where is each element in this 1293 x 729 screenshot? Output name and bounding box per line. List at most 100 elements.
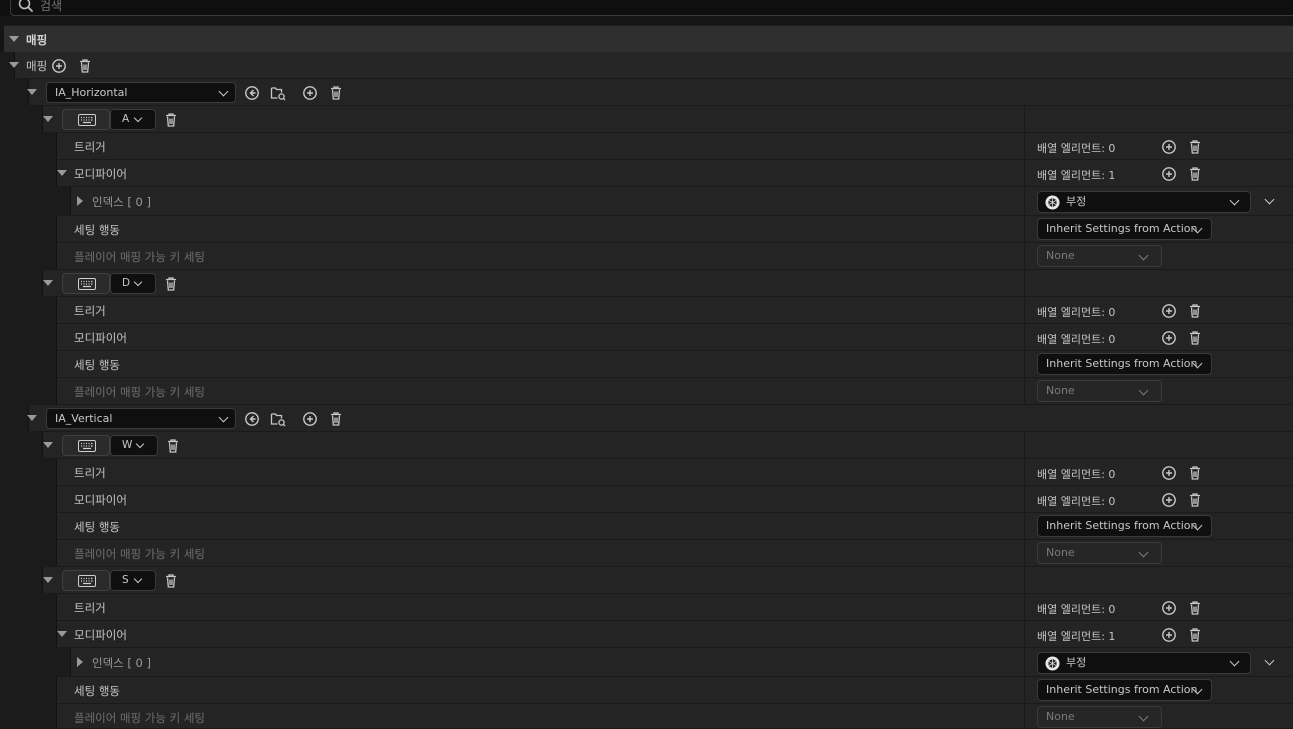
use-selected-icon[interactable] <box>244 411 260 427</box>
collapse-arrow-icon[interactable] <box>43 442 53 448</box>
triggers-row: 트리거 배열 엘리먼트: 0 <box>0 133 1293 160</box>
browse-icon[interactable] <box>270 411 286 427</box>
chevron-down-icon <box>218 86 229 97</box>
index-label: 인덱스 [ 0 ] <box>92 195 151 209</box>
add-icon[interactable] <box>1161 330 1177 346</box>
trash-icon[interactable] <box>163 573 179 589</box>
collapse-arrow-icon[interactable] <box>43 280 53 286</box>
trash-icon[interactable] <box>1187 303 1203 319</box>
array-count: 배열 엘리먼트: 0 <box>1037 306 1116 319</box>
keyboard-icon <box>78 575 96 587</box>
setting-behavior-select[interactable]: Inherit Settings from Action <box>1037 353 1212 375</box>
expand-arrow-icon[interactable] <box>77 196 83 206</box>
chevron-down-icon <box>133 113 143 123</box>
keyboard-button[interactable] <box>62 570 110 591</box>
add-icon[interactable] <box>51 58 67 74</box>
action-row: IA_Horizontal <box>0 79 1293 106</box>
trash-icon[interactable] <box>1187 330 1203 346</box>
collapse-arrow-icon[interactable] <box>43 577 53 583</box>
setting-behavior-select[interactable]: Inherit Settings from Action <box>1037 679 1212 701</box>
modifier-class-icon <box>1045 195 1060 210</box>
collapse-arrow-icon[interactable] <box>27 415 37 421</box>
player-mappable-label: 플레이어 매핑 가능 키 세팅 <box>74 250 206 264</box>
key-select[interactable]: W <box>110 435 158 456</box>
chevron-down-icon[interactable] <box>1264 194 1275 205</box>
collapse-arrow-icon[interactable] <box>9 36 19 42</box>
modifiers-label: 모디파이어 <box>74 493 127 507</box>
add-icon[interactable] <box>1161 303 1177 319</box>
add-icon[interactable] <box>1161 627 1177 643</box>
add-icon[interactable] <box>302 85 318 101</box>
collapse-arrow-icon[interactable] <box>43 116 53 122</box>
collapse-arrow-icon[interactable] <box>27 89 37 95</box>
trash-icon[interactable] <box>328 85 344 101</box>
setting-behavior-select[interactable]: Inherit Settings from Action <box>1037 218 1212 240</box>
trash-icon[interactable] <box>328 411 344 427</box>
keyboard-icon <box>78 278 96 290</box>
add-icon[interactable] <box>1161 492 1177 508</box>
use-selected-icon[interactable] <box>244 85 260 101</box>
modifiers-row: 모디파이어 배열 엘리먼트: 0 <box>0 324 1293 351</box>
player-mappable-select[interactable]: None <box>1037 706 1162 728</box>
setting-behavior-label: 세팅 행동 <box>74 223 120 237</box>
trash-icon[interactable] <box>163 112 179 128</box>
collapse-arrow-icon[interactable] <box>57 170 67 176</box>
setting-behavior-label: 세팅 행동 <box>74 684 120 698</box>
modifier-select[interactable]: 부정 <box>1037 652 1251 674</box>
modifier-select[interactable]: 부정 <box>1037 191 1251 213</box>
trash-icon[interactable] <box>1187 139 1203 155</box>
player-mappable-row: 플레이어 매핑 가능 키 세팅 None <box>0 378 1293 405</box>
array-count: 배열 엘리먼트: 0 <box>1037 495 1116 508</box>
key-row: A <box>0 106 1293 133</box>
action-select[interactable]: IA_Vertical <box>46 408 236 429</box>
key-row: W <box>0 432 1293 459</box>
modifiers-row: 모디파이어 배열 엘리먼트: 1 <box>0 160 1293 187</box>
player-mappable-select[interactable]: None <box>1037 542 1162 564</box>
triggers-label: 트리거 <box>74 304 106 318</box>
key-select[interactable]: S <box>110 570 156 591</box>
key-select[interactable]: D <box>110 273 156 294</box>
action-select[interactable]: IA_Horizontal <box>46 82 236 103</box>
setting-behavior-label: 세팅 행동 <box>74 358 120 372</box>
setting-behavior-select[interactable]: Inherit Settings from Action <box>1037 515 1212 537</box>
trash-icon[interactable] <box>1187 627 1203 643</box>
search-input[interactable] <box>40 0 940 16</box>
trash-icon[interactable] <box>1187 600 1203 616</box>
chevron-down-icon <box>1138 250 1149 261</box>
mappings-label: 매핑 <box>26 59 48 73</box>
trash-icon[interactable] <box>1187 465 1203 481</box>
chevron-down-icon[interactable] <box>1264 655 1275 666</box>
add-icon[interactable] <box>302 411 318 427</box>
keyboard-icon <box>78 440 96 452</box>
add-icon[interactable] <box>1161 600 1177 616</box>
add-icon[interactable] <box>1161 465 1177 481</box>
setting-behavior-row: 세팅 행동 Inherit Settings from Action <box>0 216 1293 243</box>
trash-icon[interactable] <box>77 58 93 74</box>
keyboard-button[interactable] <box>62 109 110 130</box>
keyboard-button[interactable] <box>62 273 110 294</box>
setting-behavior-row: 세팅 행동 Inherit Settings from Action <box>0 351 1293 378</box>
array-count: 배열 엘리먼트: 0 <box>1037 333 1116 346</box>
player-mappable-label: 플레이어 매핑 가능 키 세팅 <box>74 711 206 725</box>
array-count: 배열 엘리먼트: 0 <box>1037 468 1116 481</box>
trash-icon[interactable] <box>165 438 181 454</box>
triggers-row: 트리거 배열 엘리먼트: 0 <box>0 459 1293 486</box>
key-select[interactable]: A <box>110 109 156 130</box>
chevron-down-icon <box>1138 385 1149 396</box>
player-mappable-select[interactable]: None <box>1037 380 1162 402</box>
keyboard-button[interactable] <box>62 435 110 456</box>
setting-behavior-row: 세팅 행동 Inherit Settings from Action <box>0 513 1293 540</box>
collapse-arrow-icon[interactable] <box>57 631 67 637</box>
add-icon[interactable] <box>1161 166 1177 182</box>
browse-icon[interactable] <box>270 85 286 101</box>
chevron-down-icon <box>1138 711 1149 722</box>
trash-icon[interactable] <box>163 276 179 292</box>
expand-arrow-icon[interactable] <box>77 657 83 667</box>
player-mappable-select[interactable]: None <box>1037 245 1162 267</box>
trash-icon[interactable] <box>1187 166 1203 182</box>
add-icon[interactable] <box>1161 139 1177 155</box>
chevron-down-icon <box>133 574 143 584</box>
collapse-arrow-icon[interactable] <box>9 62 19 68</box>
category-header-mapping[interactable]: 매핑 <box>4 25 1293 52</box>
trash-icon[interactable] <box>1187 492 1203 508</box>
